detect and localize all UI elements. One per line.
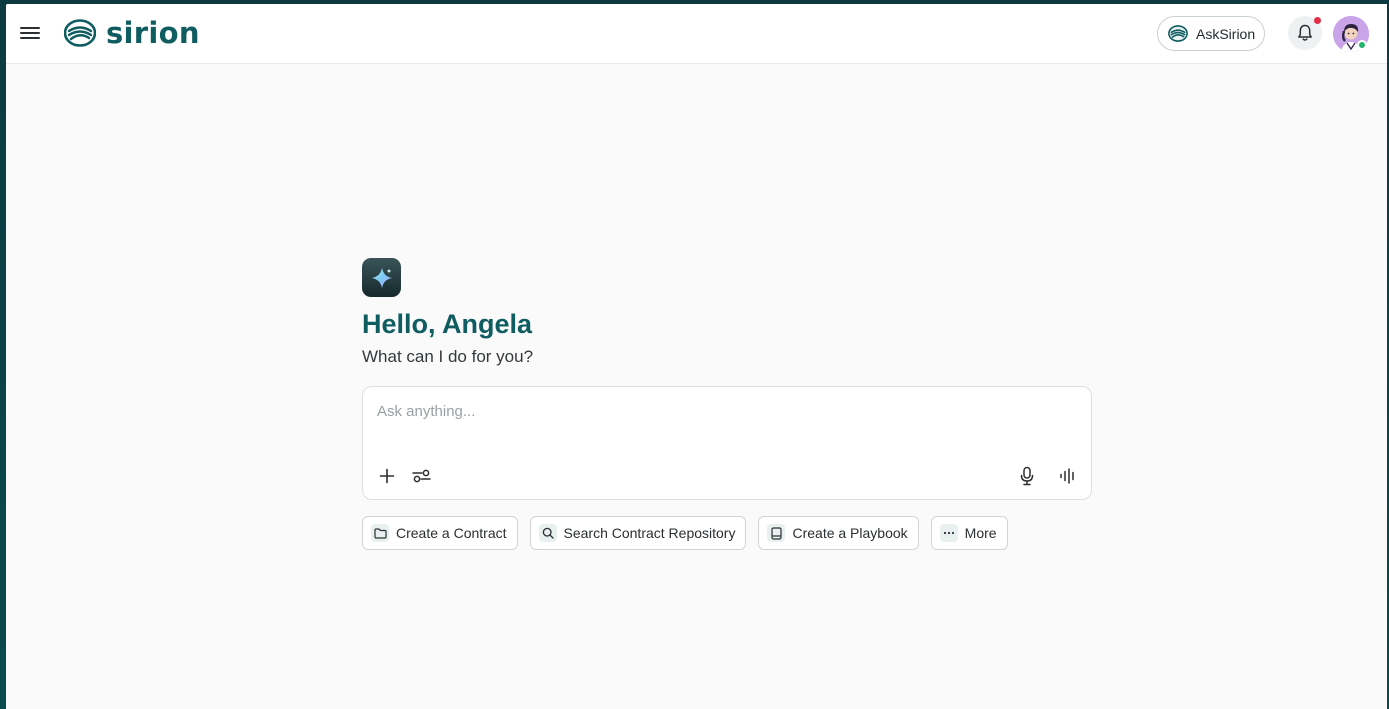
sliders-icon	[411, 469, 431, 483]
prompt-input[interactable]	[377, 403, 1067, 431]
create-playbook-chip[interactable]: Create a Playbook	[758, 516, 919, 550]
voice-mode-button[interactable]	[1056, 464, 1080, 488]
plus-icon	[379, 468, 395, 484]
notification-dot	[1314, 17, 1321, 24]
search-repository-chip[interactable]: Search Contract Repository	[529, 516, 747, 550]
greeting-subtitle: What can I do for you?	[362, 347, 534, 366]
create-contract-chip[interactable]: Create a Contract	[362, 516, 518, 550]
notifications-button[interactable]	[1288, 16, 1322, 50]
attach-button[interactable]	[375, 464, 399, 488]
search-icon	[538, 524, 557, 542]
chip-label: More	[964, 525, 997, 541]
folder-icon	[371, 524, 389, 542]
settings-tune-button[interactable]	[409, 464, 433, 488]
app-window: sirion AskSirion Hello, Angela What can …	[6, 4, 1387, 709]
sirion-logo-icon	[64, 19, 96, 47]
more-chip[interactable]: More	[930, 516, 1008, 550]
assistant-badge	[362, 258, 401, 297]
sirion-logo-icon	[1168, 25, 1188, 42]
book-icon	[767, 524, 786, 542]
more-icon	[939, 524, 958, 542]
ask-sirion-button[interactable]: AskSirion	[1157, 16, 1265, 51]
greeting-heading: Hello, Angela	[362, 309, 533, 339]
top-bar: sirion AskSirion	[6, 4, 1387, 64]
bell-icon	[1298, 24, 1312, 41]
brand-logo[interactable]: sirion	[64, 16, 200, 50]
quick-actions: Create a Contract Search Contract Reposi…	[362, 516, 1008, 550]
microphone-button[interactable]	[1015, 464, 1039, 488]
chip-label: Create a Contract	[396, 525, 507, 541]
prompt-composer	[362, 386, 1092, 500]
waveform-icon	[1060, 468, 1074, 484]
chip-label: Create a Playbook	[792, 525, 908, 541]
chip-label: Search Contract Repository	[563, 525, 736, 541]
brand-name: sirion	[106, 16, 200, 50]
ask-sirion-label: AskSirion	[1196, 25, 1256, 42]
microphone-icon	[1020, 466, 1034, 486]
online-status-dot	[1357, 40, 1367, 50]
menu-icon[interactable]	[20, 24, 40, 42]
sparkle-icon	[371, 267, 392, 288]
